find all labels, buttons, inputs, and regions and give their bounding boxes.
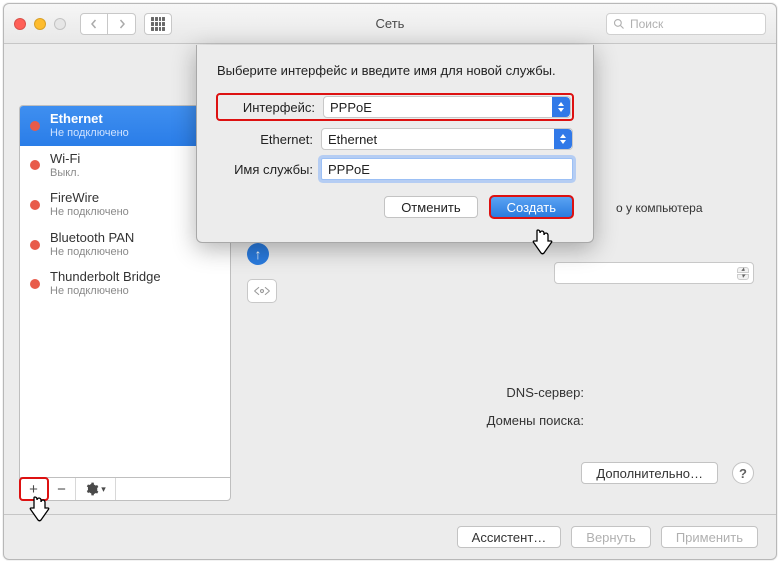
window-footer: Ассистент… Вернуть Применить: [4, 514, 776, 559]
status-dot-icon: [30, 121, 40, 131]
cancel-label: Отменить: [401, 200, 460, 215]
sidebar-footer: + − ▾: [19, 477, 231, 501]
advanced-button[interactable]: Дополнительно…: [581, 462, 718, 484]
grid-icon: [151, 17, 165, 31]
sidebar-item-label: Wi-Fi: [50, 152, 80, 167]
background-select[interactable]: ▴▾: [554, 262, 754, 284]
sidebar-item-label: Bluetooth PAN: [50, 231, 134, 246]
add-service-button[interactable]: +: [20, 478, 48, 500]
sidebar-item-status: Не подключено: [50, 285, 161, 298]
service-name-label: Имя службы:: [217, 162, 313, 177]
interface-select[interactable]: PPPoE: [323, 96, 571, 118]
minus-icon: −: [57, 481, 66, 498]
help-button[interactable]: ?: [732, 462, 754, 484]
advanced-label: Дополнительно…: [596, 466, 703, 481]
status-dot-icon: [30, 279, 40, 289]
service-name-input[interactable]: PPPoE: [321, 158, 573, 180]
minimize-window[interactable]: [34, 18, 46, 30]
interface-label: Интерфейс:: [219, 100, 315, 115]
select-arrows-icon: [554, 129, 572, 149]
zoom-window[interactable]: [54, 18, 66, 30]
status-dot-icon: [30, 160, 40, 170]
service-name-value: PPPoE: [328, 162, 370, 177]
search-icon: [613, 18, 625, 30]
close-window[interactable]: [14, 18, 26, 30]
new-service-sheet: Выберите интерфейс и введите имя для нов…: [196, 45, 594, 243]
select-arrows-icon: [552, 97, 570, 117]
info-icon: ↑: [247, 243, 269, 265]
create-label: Создать: [507, 200, 556, 215]
assistant-button[interactable]: Ассистент…: [457, 526, 562, 548]
interface-value: PPPoE: [330, 100, 372, 115]
dns-label: DNS-сервер:: [304, 385, 584, 400]
chevron-down-icon: ▾: [101, 484, 106, 495]
sidebar-item-thunderbolt-bridge[interactable]: Thunderbolt Bridge Не подключено: [20, 264, 230, 304]
ethernet-value: Ethernet: [328, 132, 377, 147]
thunderbolt-icon: [247, 279, 277, 303]
forward-button[interactable]: [108, 13, 136, 35]
search-placeholder: Поиск: [630, 17, 663, 31]
sidebar-item-status: Не подключено: [50, 246, 134, 259]
sidebar-item-label: Ethernet: [50, 112, 129, 127]
search-input[interactable]: Поиск: [606, 13, 766, 35]
sidebar-item-status: Не подключено: [50, 206, 129, 219]
titlebar: Сеть Поиск: [4, 4, 776, 44]
remove-service-button[interactable]: −: [48, 478, 76, 500]
revert-label: Вернуть: [586, 530, 636, 545]
hint-text-fragment: о у компьютера: [616, 201, 703, 215]
create-button[interactable]: Создать: [490, 196, 573, 218]
service-options-button[interactable]: ▾: [76, 478, 116, 500]
ethernet-select[interactable]: Ethernet: [321, 128, 573, 150]
ethernet-label: Ethernet:: [217, 132, 313, 147]
show-all-button[interactable]: [144, 13, 172, 35]
back-button[interactable]: [80, 13, 108, 35]
stepper-icon: ▴▾: [737, 267, 749, 280]
status-dot-icon: [30, 240, 40, 250]
sidebar-item-label: FireWire: [50, 191, 129, 206]
sidebar-item-status: Выкл.: [50, 167, 80, 180]
sidebar-item-label: Thunderbolt Bridge: [50, 270, 161, 285]
gear-icon: [85, 482, 99, 496]
plus-icon: +: [29, 481, 38, 498]
search-domains-label: Домены поиска:: [304, 413, 584, 428]
sidebar-item-status: Не подключено: [50, 127, 129, 140]
cancel-button[interactable]: Отменить: [384, 196, 477, 218]
apply-label: Применить: [676, 530, 743, 545]
assistant-label: Ассистент…: [472, 530, 547, 545]
revert-button[interactable]: Вернуть: [571, 526, 651, 548]
sheet-prompt: Выберите интерфейс и введите имя для нов…: [217, 63, 573, 78]
status-dot-icon: [30, 200, 40, 210]
apply-button[interactable]: Применить: [661, 526, 758, 548]
